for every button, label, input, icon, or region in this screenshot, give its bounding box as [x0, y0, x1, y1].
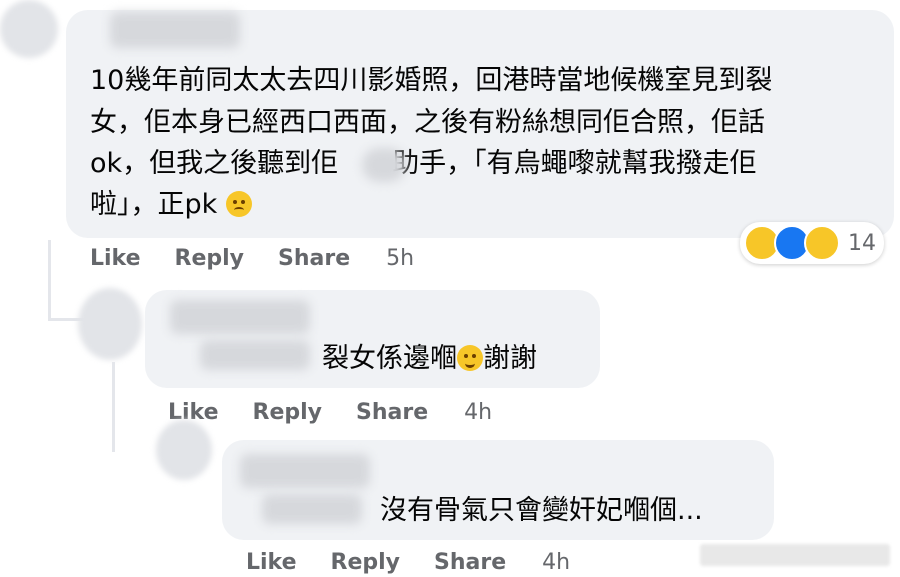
comment-actions: Like Reply Share 5h: [90, 246, 414, 271]
avatar[interactable]: [156, 420, 212, 480]
reply-button[interactable]: Reply: [175, 246, 245, 271]
timestamp[interactable]: 4h: [542, 550, 570, 575]
comment-line: 女，佢本身已經西口西面，之後有粉絲想同佢合照，佢話: [90, 107, 765, 138]
share-button[interactable]: Share: [278, 246, 350, 271]
comment-body: 裂女係邊嗰 謝謝: [322, 338, 537, 379]
redacted-author-name[interactable]: [240, 454, 370, 488]
comment-text: 沒有骨氣只會變奸妃嗰個...: [380, 495, 703, 526]
redacted-author-name[interactable]: [110, 12, 240, 48]
comment-actions: Like Reply Share 4h: [168, 400, 492, 425]
reaction-summary[interactable]: 14: [740, 222, 884, 264]
comment-text-after: 謝謝: [483, 343, 537, 374]
comment-line: ok，但我之後聽到佢 助手，「有烏蠅嚟就幫我撥走佢: [90, 148, 757, 179]
reply-button[interactable]: Reply: [331, 550, 401, 575]
grinning-sweat-emoji: [457, 345, 483, 371]
like-button[interactable]: Like: [246, 550, 297, 575]
wow-reaction-icon: [804, 225, 840, 261]
redacted-author-name[interactable]: [200, 340, 310, 370]
share-button[interactable]: Share: [434, 550, 506, 575]
like-button[interactable]: Like: [90, 246, 141, 271]
redacted-author-name[interactable]: [262, 494, 362, 524]
comment-line: 啦」，正pk: [90, 184, 252, 225]
redacted-name: [362, 148, 406, 182]
comment-actions: Like Reply Share 4h: [246, 550, 570, 575]
comment-line: 10幾年前同太太去四川影婚照，回港時當地候機室見到裂: [90, 65, 773, 96]
weary-face-emoji: [225, 191, 252, 217]
share-button[interactable]: Share: [356, 400, 428, 425]
reaction-count: 14: [848, 230, 876, 256]
comment-text: 裂女係邊嗰: [322, 343, 457, 374]
comment-line-text: 啦」，正pk: [90, 189, 218, 220]
thread-line: [112, 362, 115, 452]
redacted-author-name[interactable]: [170, 300, 310, 334]
avatar[interactable]: [0, 0, 58, 58]
timestamp[interactable]: 5h: [386, 246, 414, 271]
blurred-watermark: [700, 544, 890, 566]
timestamp[interactable]: 4h: [464, 400, 492, 425]
thread-line: [48, 240, 51, 320]
reply-button[interactable]: Reply: [253, 400, 323, 425]
avatar[interactable]: [78, 288, 142, 360]
